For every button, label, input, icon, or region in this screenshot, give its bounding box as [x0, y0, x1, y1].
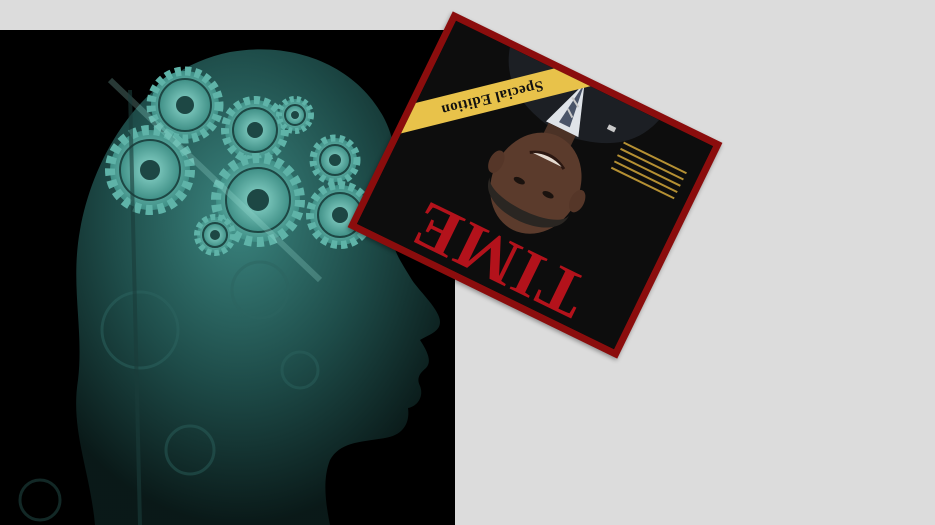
head-gears-image [0, 30, 455, 525]
gears-head-icon [18, 49, 440, 525]
canvas: TIME Special Edition [0, 0, 935, 525]
